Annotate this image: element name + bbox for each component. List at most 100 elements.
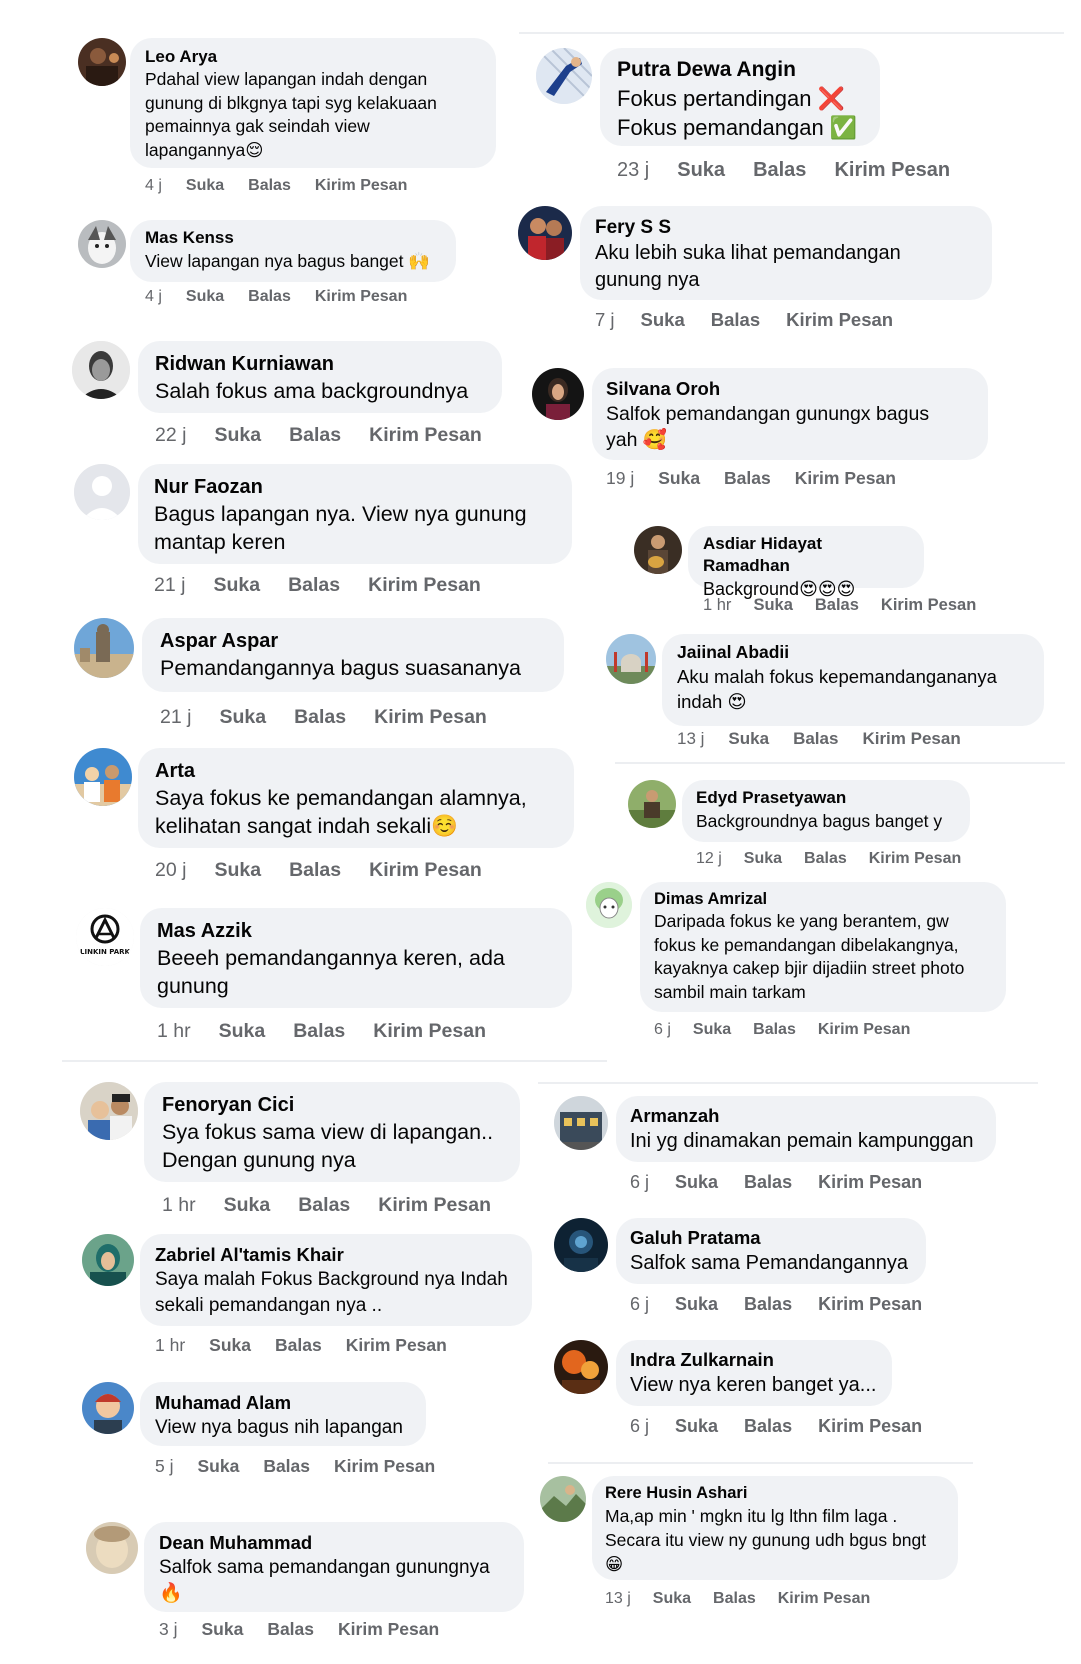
send-message-button[interactable]: Kirim Pesan xyxy=(778,1588,870,1610)
send-message-button[interactable]: Kirim Pesan xyxy=(869,848,961,870)
anime-girl-avatar[interactable] xyxy=(586,882,632,928)
like-button[interactable]: Suka xyxy=(693,1019,731,1041)
send-message-button[interactable]: Kirim Pesan xyxy=(369,857,482,883)
commenter-name[interactable]: Indra Zulkarnain xyxy=(630,1348,878,1372)
like-button[interactable]: Suka xyxy=(675,1170,718,1194)
reply-button[interactable]: Balas xyxy=(724,466,771,490)
like-button[interactable]: Suka xyxy=(753,594,792,616)
send-message-button[interactable]: Kirim Pesan xyxy=(862,727,960,750)
send-message-button[interactable]: Kirim Pesan xyxy=(378,1192,491,1218)
send-message-button[interactable]: Kirim Pesan xyxy=(818,1170,922,1194)
send-message-button[interactable]: Kirim Pesan xyxy=(315,286,407,308)
reply-button[interactable]: Balas xyxy=(289,422,341,448)
send-message-button[interactable]: Kirim Pesan xyxy=(881,594,976,616)
reply-button[interactable]: Balas xyxy=(289,857,341,883)
commenter-name[interactable]: Mas Kenss xyxy=(145,227,442,249)
night-portrait-avatar[interactable] xyxy=(532,368,584,420)
like-button[interactable]: Suka xyxy=(186,286,224,308)
like-button[interactable]: Suka xyxy=(219,704,266,730)
bw-portrait-avatar[interactable] xyxy=(72,341,130,399)
reply-button[interactable]: Balas xyxy=(293,1018,345,1044)
like-button[interactable]: Suka xyxy=(675,1292,718,1316)
send-message-button[interactable]: Kirim Pesan xyxy=(834,157,950,184)
send-message-button[interactable]: Kirim Pesan xyxy=(818,1019,910,1041)
commenter-name[interactable]: Dean Muhammad xyxy=(159,1531,510,1555)
commenter-name[interactable]: Galuh Pratama xyxy=(630,1226,912,1250)
commenter-name[interactable]: Fery S S xyxy=(595,215,978,240)
reply-button[interactable]: Balas xyxy=(275,1333,322,1357)
goalkeeper-avatar[interactable] xyxy=(536,48,592,104)
reply-button[interactable]: Balas xyxy=(288,572,340,598)
field-rider-avatar[interactable] xyxy=(628,780,676,828)
cartoon-boy-avatar[interactable] xyxy=(82,1382,134,1434)
commenter-name[interactable]: Leo Arya xyxy=(145,46,482,68)
group-photo-avatar[interactable] xyxy=(74,748,132,806)
like-button[interactable]: Suka xyxy=(224,1192,271,1218)
like-button[interactable]: Suka xyxy=(214,857,261,883)
reply-button[interactable]: Balas xyxy=(804,848,847,870)
landscape-person-avatar[interactable] xyxy=(540,1476,586,1522)
like-button[interactable]: Suka xyxy=(675,1414,718,1438)
like-button[interactable]: Suka xyxy=(186,175,224,197)
send-message-button[interactable]: Kirim Pesan xyxy=(374,704,487,730)
commenter-name[interactable]: Jaiinal Abadii xyxy=(677,641,1030,664)
teal-hijab-avatar[interactable] xyxy=(82,1234,134,1286)
reply-button[interactable]: Balas xyxy=(744,1292,792,1316)
reply-button[interactable]: Balas xyxy=(711,307,760,332)
commenter-name[interactable]: Muhamad Alam xyxy=(155,1391,412,1415)
send-message-button[interactable]: Kirim Pesan xyxy=(368,572,481,598)
like-button[interactable]: Suka xyxy=(209,1333,251,1357)
reply-button[interactable]: Balas xyxy=(248,286,291,308)
guitar-player-avatar[interactable] xyxy=(634,526,682,574)
commenter-name[interactable]: Asdiar Hidayat Ramadhan xyxy=(703,533,912,577)
send-message-button[interactable]: Kirim Pesan xyxy=(818,1292,922,1316)
like-button[interactable]: Suka xyxy=(219,1018,266,1044)
send-message-button[interactable]: Kirim Pesan xyxy=(795,466,896,490)
like-button[interactable]: Suka xyxy=(214,422,261,448)
statue-sky-avatar[interactable] xyxy=(74,618,134,678)
send-message-button[interactable]: Kirim Pesan xyxy=(346,1333,447,1357)
red-jersey-avatar[interactable] xyxy=(518,206,572,260)
send-message-button[interactable]: Kirim Pesan xyxy=(818,1414,922,1438)
like-button[interactable]: Suka xyxy=(744,848,782,870)
default-person-avatar[interactable] xyxy=(74,464,130,520)
dark-crowd-avatar[interactable] xyxy=(78,38,126,86)
commenter-name[interactable]: Zabriel Al'tamis Khair xyxy=(155,1243,518,1267)
dark-blue-avatar[interactable] xyxy=(554,1218,608,1272)
commenter-name[interactable]: Armanzah xyxy=(630,1104,982,1128)
couple-selfie-avatar[interactable] xyxy=(80,1082,138,1140)
reply-button[interactable]: Balas xyxy=(294,704,346,730)
commenter-name[interactable]: Ridwan Kurniawan xyxy=(155,351,488,377)
send-message-button[interactable]: Kirim Pesan xyxy=(338,1617,439,1641)
blurred-face-avatar[interactable] xyxy=(86,1522,138,1574)
like-button[interactable]: Suka xyxy=(728,727,769,750)
like-button[interactable]: Suka xyxy=(201,1617,243,1641)
husky-dog-avatar[interactable] xyxy=(78,220,126,268)
commenter-name[interactable]: Mas Azzik xyxy=(157,918,558,944)
like-button[interactable]: Suka xyxy=(213,572,260,598)
like-button[interactable]: Suka xyxy=(197,1454,239,1478)
reply-button[interactable]: Balas xyxy=(298,1192,350,1218)
building-street-avatar[interactable] xyxy=(554,1096,608,1150)
linkin-park-logo-avatar[interactable]: LINKIN PARK xyxy=(76,908,134,966)
commenter-name[interactable]: Arta xyxy=(155,758,560,784)
send-message-button[interactable]: Kirim Pesan xyxy=(315,175,407,197)
like-button[interactable]: Suka xyxy=(641,307,685,332)
commenter-name[interactable]: Dimas Amrizal xyxy=(654,889,994,910)
reply-button[interactable]: Balas xyxy=(793,727,838,750)
reply-button[interactable]: Balas xyxy=(753,1019,796,1041)
commenter-name[interactable]: Nur Faozan xyxy=(154,474,558,500)
mosque-avatar[interactable] xyxy=(606,634,656,684)
send-message-button[interactable]: Kirim Pesan xyxy=(786,307,893,332)
like-button[interactable]: Suka xyxy=(677,157,725,184)
commenter-name[interactable]: Silvana Oroh xyxy=(606,377,974,401)
commenter-name[interactable]: Aspar Aspar xyxy=(160,628,550,654)
reply-button[interactable]: Balas xyxy=(263,1454,310,1478)
like-button[interactable]: Suka xyxy=(653,1588,691,1610)
send-message-button[interactable]: Kirim Pesan xyxy=(334,1454,435,1478)
send-message-button[interactable]: Kirim Pesan xyxy=(373,1018,486,1044)
orange-night-avatar[interactable] xyxy=(554,1340,608,1394)
commenter-name[interactable]: Rere Husin Ashari xyxy=(605,1483,946,1504)
reply-button[interactable]: Balas xyxy=(248,175,291,197)
commenter-name[interactable]: Edyd Prasetyawan xyxy=(696,787,958,809)
